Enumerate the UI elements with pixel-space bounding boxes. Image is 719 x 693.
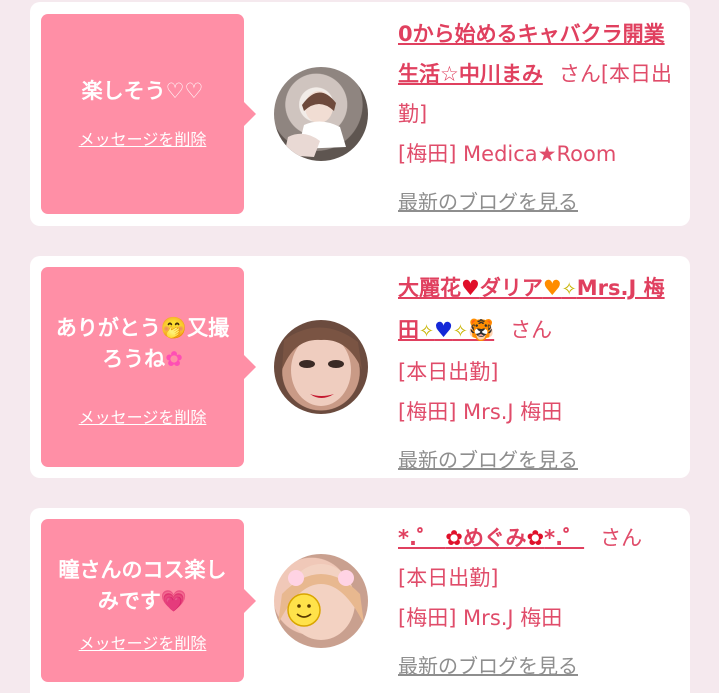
message-text: 瞳さんのコス楽しみです💗 [51,555,234,617]
message-text: ありがとう🤭又撮ろうね✿ [51,313,234,375]
cast-info: 大麗花♥ダリア♥✧Mrs.J 梅田✧♥✧🐯 さん [本日出勤] [梅田] Mrs.… [398,268,678,480]
latest-blog-link[interactable]: 最新のブログを見る [398,646,578,686]
message-text-part: ありがとう [55,316,161,340]
avatar[interactable] [274,554,368,648]
avatar-photo [278,564,364,640]
message-card: ありがとう🤭又撮ろうね✿ メッセージを削除 大麗花♥ダリア♥✧Mrs.J 梅田✧… [30,256,690,478]
message-bubble: 楽しそう♡♡ メッセージを削除 [41,14,256,214]
avatar-photo [284,91,346,157]
cast-location: [梅田] Mrs.J 梅田 [398,400,563,424]
cast-name-part: *.゜ [398,526,438,550]
hibiscus-icon: ✿ [526,526,545,550]
message-card: 楽しそう♡♡ メッセージを削除 0から始めるキャバクラ開業生活☆中川まみ さん[本… [30,2,690,226]
cast-name-part: ダリア [479,276,543,300]
tiger-face-icon: 🐯 [468,318,495,342]
flower-icon: ✿ [165,347,183,371]
cast-name-part: 大麗花 [398,276,461,300]
hibiscus-icon: ✿ [445,526,463,550]
avatar[interactable] [274,320,368,414]
cast-info: 0から始めるキャバクラ開業生活☆中川まみ さん[本日出勤] [梅田] Medica… [398,14,678,222]
cast-status: [本日出勤] [398,360,499,384]
message-bubble: 瞳さんのコス楽しみです💗 メッセージを削除 [41,519,256,682]
message-text-part: 瞳さんのコス楽しみです [58,558,227,613]
message-bubble: ありがとう🤭又撮ろうね✿ メッセージを削除 [41,267,256,467]
latest-blog-link[interactable]: 最新のブログを見る [398,182,578,222]
avatar-photo [282,327,362,406]
message-card: 瞳さんのコス楽しみです💗 メッセージを削除 *.゜ ✿めぐみ✿*.゜ さん [本日… [30,508,690,693]
cast-suffix: さん [510,318,553,342]
blue-heart-icon: ♥ [434,318,453,342]
cast-name-part: *.゜ [544,526,585,550]
pink-heart-icon: 💗 [160,589,188,613]
sparkles-icon: ✧ [419,321,435,342]
sparkles-icon: ✧ [452,321,469,342]
orange-heart-icon: ♥ [542,276,562,300]
delete-message-link[interactable]: メッセージを削除 [41,126,244,150]
cast-suffix: さん [600,526,643,550]
cast-info: *.゜ ✿めぐみ✿*.゜ さん [本日出勤] [梅田] Mrs.J 梅田 最新のブ… [398,518,678,686]
cast-location: [梅田] Medica★Room [398,142,617,166]
sparkles-icon: ✧ [561,279,577,300]
cast-name-part: めぐみ [462,526,527,550]
cast-name-link[interactable]: *.゜ ✿めぐみ✿*.゜ [398,526,584,550]
latest-blog-link[interactable]: 最新のブログを見る [398,440,578,480]
avatar[interactable] [274,67,368,161]
cast-location: [梅田] Mrs.J 梅田 [398,606,563,630]
delete-message-link[interactable]: メッセージを削除 [41,404,244,428]
red-heart-icon: ♥ [461,276,480,300]
smiling-face-icon: 🤭 [160,316,188,340]
message-text: 楽しそう♡♡ [81,79,204,103]
delete-message-link[interactable]: メッセージを削除 [41,630,244,654]
cast-status: [本日出勤] [398,566,499,590]
